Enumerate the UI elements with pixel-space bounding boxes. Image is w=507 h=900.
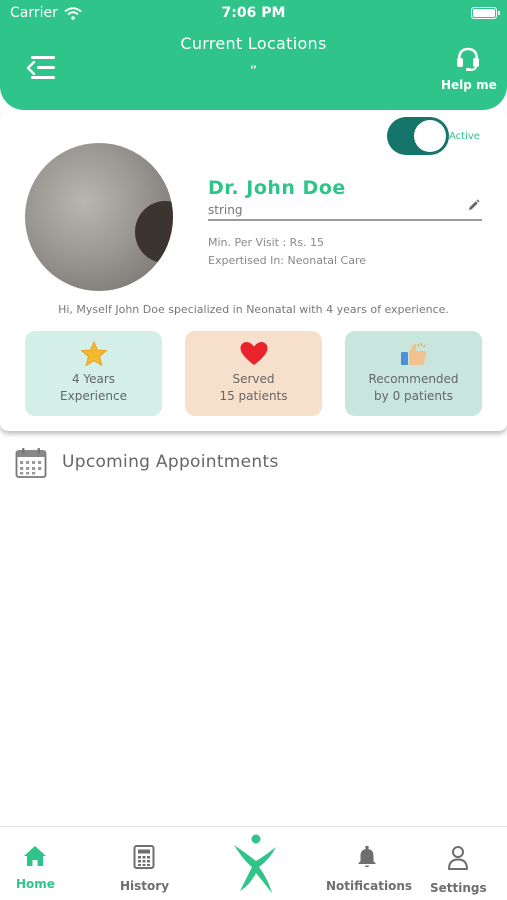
star-icon — [79, 341, 108, 367]
nav-history[interactable]: History — [120, 845, 170, 893]
recommended-label: Recommended — [368, 372, 459, 386]
served-label: Served — [232, 372, 275, 386]
profile-field-value: string — [208, 203, 243, 217]
battery-icon — [471, 7, 500, 19]
nav-home[interactable]: Home — [16, 845, 55, 891]
help-label: Help me — [441, 78, 497, 92]
avatar[interactable] — [25, 143, 173, 291]
doctor-name: Dr. John Doe — [208, 177, 346, 199]
pencil-icon[interactable] — [467, 199, 480, 212]
headset-icon — [457, 47, 479, 71]
bottom-navigation: Home History Notifications Settings — [0, 826, 507, 900]
calculator-icon — [133, 845, 155, 869]
location-value: ” — [249, 64, 258, 80]
appointments-title: Upcoming Appointments — [62, 452, 279, 472]
doctor-bio: Hi, Myself John Doe specialized in Neona… — [58, 303, 449, 316]
nav-home-label: Home — [16, 877, 55, 891]
expertise: Expertised In: Neonatal Care — [208, 254, 367, 267]
served-card: Served 15 patients — [185, 331, 322, 416]
screen: Carrier 7:06 PM Current Locations ” Help… — [0, 0, 507, 900]
page-title: Current Locations — [180, 34, 327, 53]
calendar-icon — [15, 448, 47, 478]
upcoming-appointments-section[interactable]: Upcoming Appointments — [15, 447, 495, 479]
experience-label: Experience — [60, 389, 127, 403]
nav-settings-label: Settings — [430, 881, 487, 895]
thumbs-up-icon — [400, 342, 426, 365]
center-logo-button[interactable] — [226, 831, 282, 897]
nav-settings[interactable]: Settings — [430, 845, 487, 895]
served-count: 15 patients — [219, 389, 288, 403]
toggle-knob — [414, 120, 446, 152]
help-button[interactable]: Help me — [441, 46, 497, 92]
active-toggle[interactable] — [387, 117, 449, 155]
recommended-card: Recommended by 0 patients — [345, 331, 482, 416]
clock: 7:06 PM — [221, 5, 286, 21]
app-logo-icon — [234, 834, 276, 893]
profile-text-field[interactable]: string — [208, 199, 482, 221]
app-header: Carrier 7:06 PM Current Locations ” Help… — [0, 0, 507, 110]
user-icon — [448, 846, 468, 870]
bell-icon — [358, 845, 376, 868]
doctor-profile-card: Active Dr. John Doe string Min. Per Visi… — [0, 111, 507, 431]
status-bar: Carrier 7:06 PM — [0, 0, 507, 28]
heart-icon — [240, 342, 267, 365]
recommended-count: by 0 patients — [374, 389, 453, 403]
active-label: Active — [449, 131, 480, 142]
nav-notifications[interactable]: Notifications — [326, 845, 413, 893]
home-icon — [24, 846, 46, 866]
experience-value: 4 Years — [71, 372, 116, 386]
nav-history-label: History — [120, 879, 170, 893]
experience-card: 4 Years Experience — [25, 331, 162, 416]
nav-notifications-label: Notifications — [326, 879, 413, 893]
min-visit-fee: Min. Per Visit : Rs. 15 — [208, 236, 325, 249]
